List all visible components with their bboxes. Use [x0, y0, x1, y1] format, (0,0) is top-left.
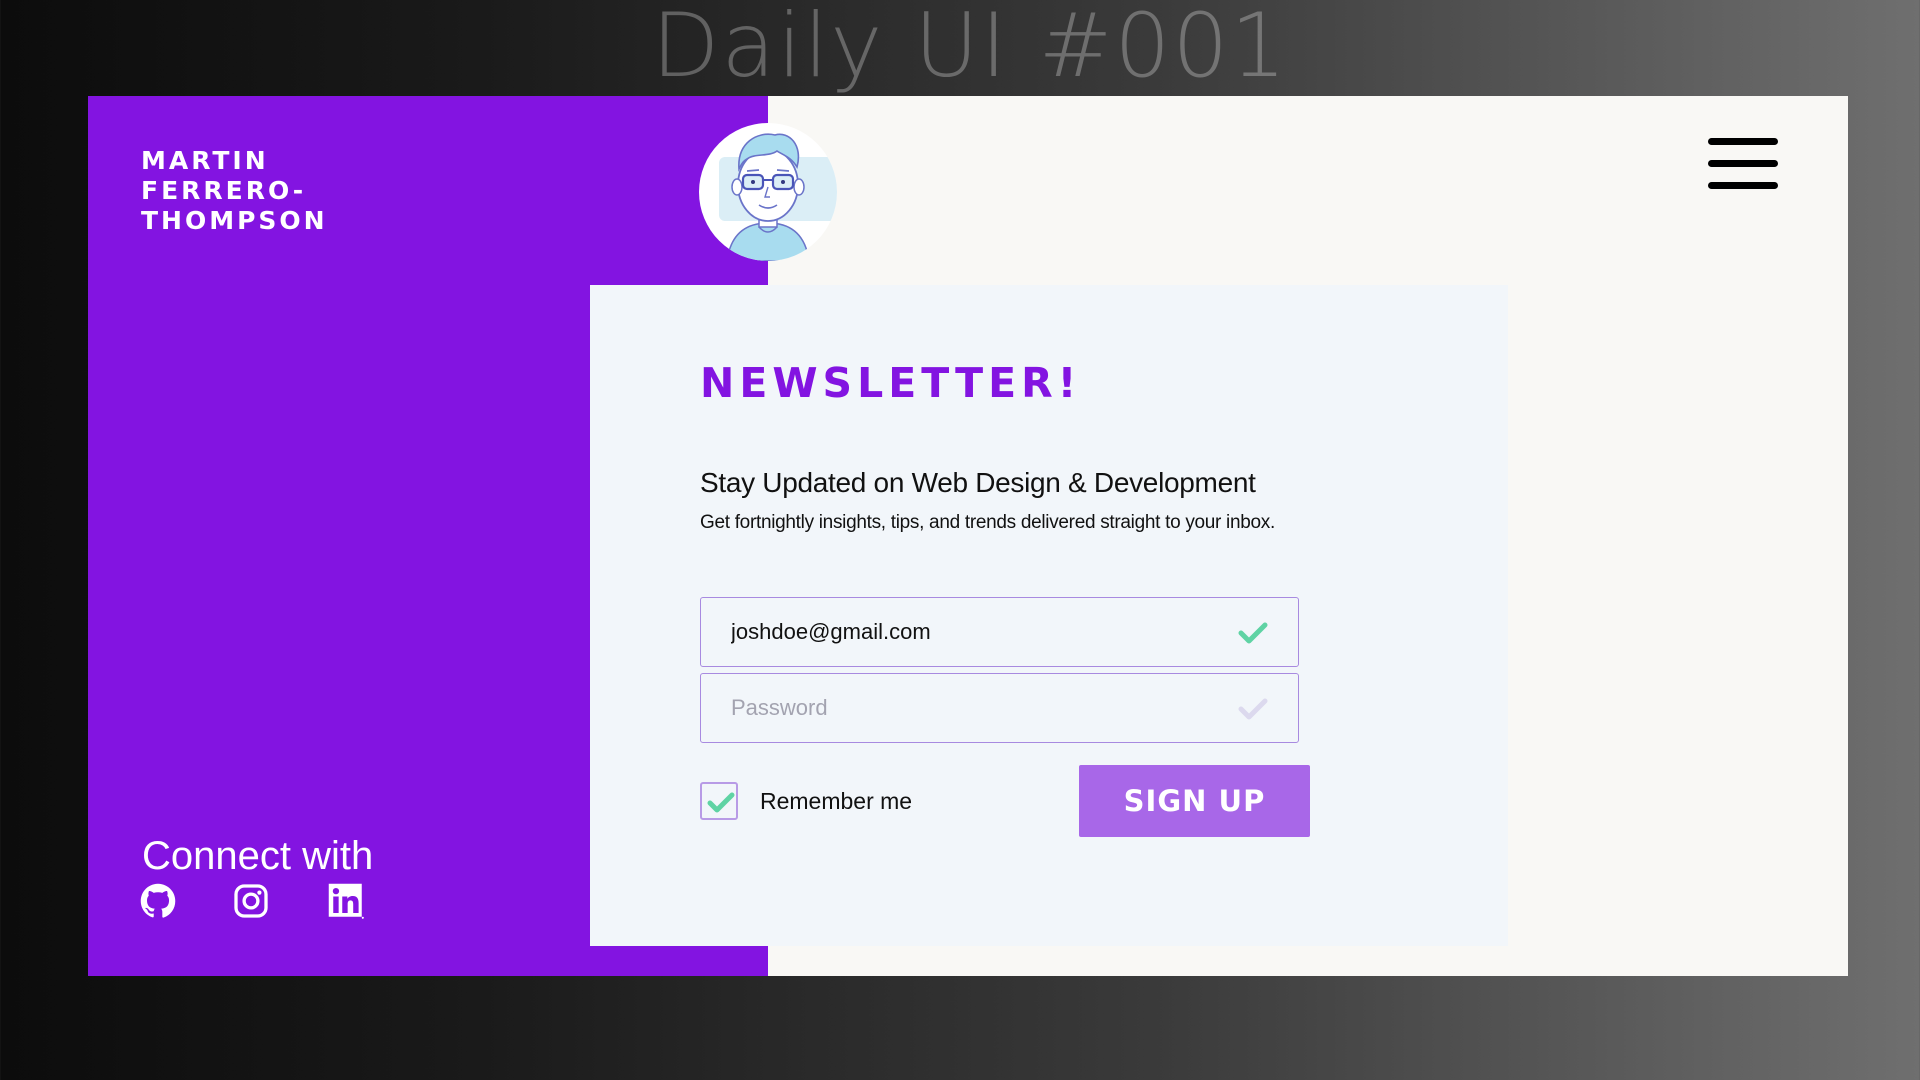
github-icon[interactable]: [140, 883, 176, 919]
linkedin-icon[interactable]: [328, 883, 364, 919]
remember-me-toggle[interactable]: Remember me: [700, 781, 912, 821]
password-input[interactable]: [731, 674, 1211, 742]
hamburger-menu-icon[interactable]: [1708, 138, 1780, 194]
brand-name-line: FERRERO-: [141, 176, 307, 205]
newsletter-subtitle: Stay Updated on Web Design & Development: [700, 467, 1256, 498]
remember-me-checkbox[interactable]: [700, 782, 738, 820]
check-icon: [1238, 698, 1268, 720]
banner-title: Daily UI #001: [651, 0, 1289, 97]
instagram-icon[interactable]: [233, 883, 269, 919]
newsletter-description: Get fortnightly insights, tips, and tren…: [700, 512, 1275, 533]
developer-avatar-illustration: [699, 123, 837, 261]
check-icon: [1238, 622, 1268, 644]
newsletter-heading: NEWSLETTER!: [700, 359, 1082, 407]
email-field: [700, 597, 1299, 667]
app-frame: MARTIN FERRERO- THOMPSON Connect with NE…: [88, 96, 1848, 976]
sign-up-button[interactable]: SIGN UP: [1079, 765, 1310, 837]
password-field: [700, 673, 1299, 743]
check-icon: [707, 792, 735, 813]
email-input[interactable]: [731, 598, 1211, 666]
brand-name-line: THOMPSON: [141, 206, 328, 235]
brand-name: MARTIN FERRERO- THOMPSON: [141, 146, 381, 236]
remember-me-label: Remember me: [760, 787, 913, 814]
brand-name-line: MARTIN: [141, 146, 269, 175]
connect-label: Connect with: [142, 834, 374, 878]
newsletter-card: NEWSLETTER! Stay Updated on Web Design &…: [590, 285, 1508, 946]
